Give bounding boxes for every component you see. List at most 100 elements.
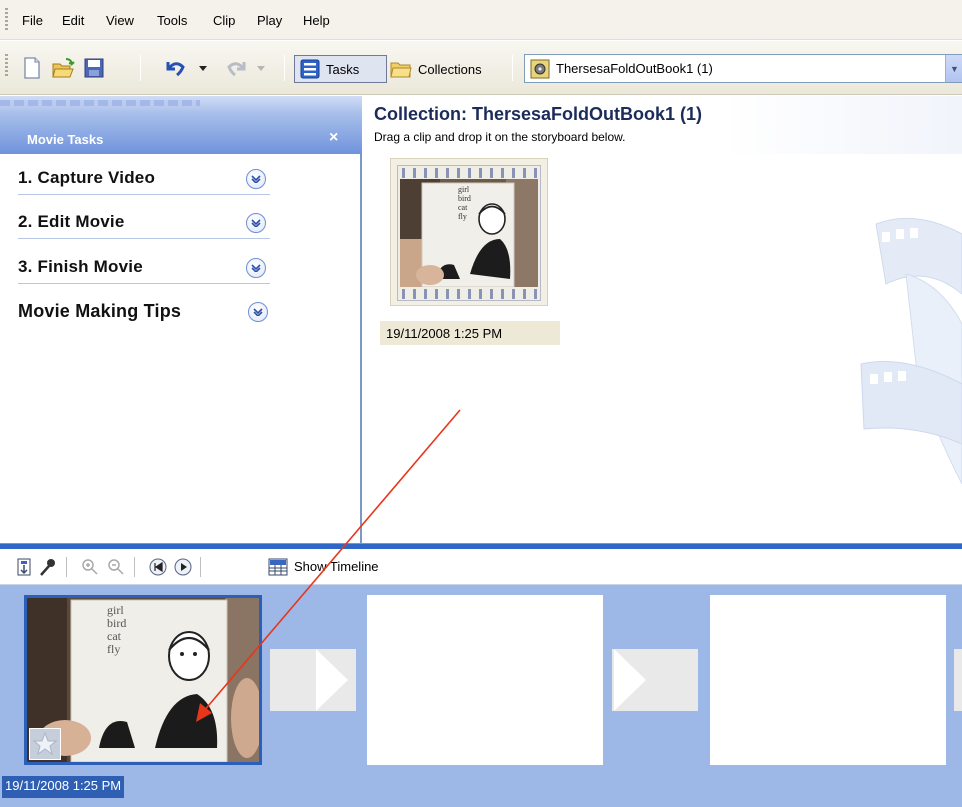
redo-icon — [227, 62, 246, 77]
clip-text: cat — [458, 203, 468, 212]
film-holes — [398, 168, 540, 178]
menu-clip[interactable]: Clip — [213, 13, 235, 28]
redo-dropdown[interactable] — [254, 55, 268, 81]
transition-slot[interactable] — [270, 649, 356, 711]
rewind-button[interactable] — [148, 557, 168, 577]
task-label: Movie Making Tips — [18, 300, 182, 321]
toolbar-separator — [140, 55, 141, 81]
chevron-down-icon[interactable]: ▼ — [945, 55, 962, 82]
collection-instructions: Drag a clip and drop it on the storyboar… — [374, 130, 626, 144]
collections-button-label: Collections — [418, 61, 482, 77]
main-toolbar: Tasks Collections ThersesaFoldOutBook1 (… — [0, 41, 962, 95]
zoom-out-button[interactable] — [106, 557, 126, 577]
movie-tasks-header: Movie Tasks × — [0, 96, 362, 154]
tasks-list-icon — [300, 59, 320, 79]
tasks-button[interactable]: Tasks — [294, 55, 387, 83]
chevron-down-icon — [199, 65, 207, 71]
open-project-button[interactable] — [48, 55, 78, 81]
clip-caption[interactable]: 19/11/2008 1:25 PM — [380, 321, 560, 345]
toolbar-separator — [200, 557, 201, 577]
clip-image: girl bird cat fly — [400, 179, 538, 287]
save-project-button[interactable] — [80, 55, 108, 81]
clip-text: fly — [458, 212, 467, 221]
menu-view[interactable]: View — [106, 13, 134, 28]
open-project-icon — [52, 58, 75, 78]
video-effect-star-icon[interactable] — [29, 728, 61, 760]
task-label: 2. Edit Movie — [18, 212, 125, 231]
menu-help[interactable]: Help — [303, 13, 330, 28]
task-divider — [18, 283, 270, 284]
menu-tools[interactable]: Tools — [157, 13, 187, 28]
play-icon — [174, 558, 192, 576]
toolbar-separator — [512, 55, 513, 81]
menu-play[interactable]: Play — [257, 13, 282, 28]
undo-icon — [166, 62, 185, 77]
collection-select[interactable]: ThersesaFoldOutBook1 (1) ▼ — [524, 54, 962, 83]
audio-levels-button[interactable] — [38, 557, 58, 577]
collection-pane: Collection: ThersesaFoldOutBook1 (1) Dra… — [364, 96, 962, 543]
storyboard-empty-slot[interactable] — [367, 595, 603, 765]
expand-chevron-icon[interactable] — [246, 258, 266, 278]
task-capture-video[interactable]: 1. Capture Video — [18, 160, 276, 196]
toolbar-separator — [66, 557, 67, 577]
zoom-out-icon — [108, 559, 124, 575]
task-label: 3. Finish Movie — [18, 257, 143, 276]
storyboard-clip-image — [27, 598, 259, 762]
toolbar-grip — [5, 54, 8, 78]
menu-grip — [5, 8, 8, 32]
undo-dropdown[interactable] — [196, 55, 210, 81]
clip-text: girl — [458, 185, 470, 194]
menu-file[interactable]: File — [22, 13, 43, 28]
clip-text: fly — [107, 642, 121, 656]
toolbar-separator — [284, 55, 285, 81]
film-holes — [398, 289, 540, 299]
narrate-button[interactable] — [14, 557, 34, 577]
toolbar-separator — [134, 557, 135, 577]
clip-text: bird — [458, 194, 471, 203]
new-project-button[interactable] — [18, 55, 46, 81]
collections-button[interactable]: Collections — [388, 55, 506, 83]
show-timeline-label[interactable]: Show Timeline — [294, 559, 379, 574]
tasks-button-label: Tasks — [326, 61, 360, 77]
undo-button[interactable] — [158, 55, 192, 81]
storyboard-clip-caption: 19/11/2008 1:25 PM — [2, 776, 125, 798]
audio-levels-icon — [40, 559, 55, 576]
play-button[interactable] — [173, 557, 193, 577]
storyboard-empty-slot[interactable] — [710, 595, 946, 765]
timeline-icon — [268, 558, 288, 576]
task-edit-movie[interactable]: 2. Edit Movie — [18, 204, 276, 240]
zoom-in-button[interactable] — [80, 557, 100, 577]
transition-slot[interactable] — [612, 649, 698, 711]
task-finish-movie[interactable]: 3. Finish Movie — [18, 249, 276, 285]
expand-chevron-icon[interactable] — [248, 302, 268, 322]
expand-chevron-icon[interactable] — [246, 169, 266, 189]
zoom-in-icon — [82, 559, 98, 575]
collection-clip[interactable]: girl bird cat fly — [390, 158, 548, 306]
clip-thumbnail: girl bird cat fly — [397, 165, 541, 301]
task-movie-making-tips[interactable]: Movie Making Tips — [18, 293, 276, 329]
task-label: 1. Capture Video — [18, 168, 156, 187]
new-project-icon — [24, 57, 40, 79]
header-decoration — [0, 100, 200, 106]
storyboard-toolbar: Show Timeline — [0, 549, 962, 585]
movie-tasks-pane: Movie Tasks × 1. Capture Video 2. Edit M… — [0, 96, 362, 543]
collection-header: Collection: ThersesaFoldOutBook1 (1) Dra… — [364, 96, 962, 154]
transition-arrow-icon — [614, 649, 646, 711]
menu-bar: File Edit View Tools Clip Play Help — [0, 0, 962, 40]
movie-tasks-title: Movie Tasks — [27, 132, 104, 147]
expand-chevron-icon[interactable] — [246, 213, 266, 233]
show-timeline-button[interactable] — [268, 557, 288, 577]
transition-slot[interactable] — [954, 649, 962, 711]
rewind-icon — [149, 558, 167, 576]
narrate-icon — [17, 558, 31, 576]
save-project-icon — [84, 58, 104, 78]
collection-select-value: ThersesaFoldOutBook1 (1) — [556, 61, 713, 76]
chevron-down-icon — [257, 65, 265, 71]
storyboard-clip[interactable]: girl bird cat fly — [24, 595, 262, 765]
menu-edit[interactable]: Edit — [62, 13, 84, 28]
collection-title: Collection: ThersesaFoldOutBook1 (1) — [374, 104, 703, 124]
redo-button[interactable] — [222, 55, 252, 81]
close-icon[interactable]: × — [329, 129, 338, 147]
folder-icon — [390, 62, 412, 78]
storyboard: girl bird cat fly 19/11/2008 1:25 PM — [0, 585, 962, 807]
